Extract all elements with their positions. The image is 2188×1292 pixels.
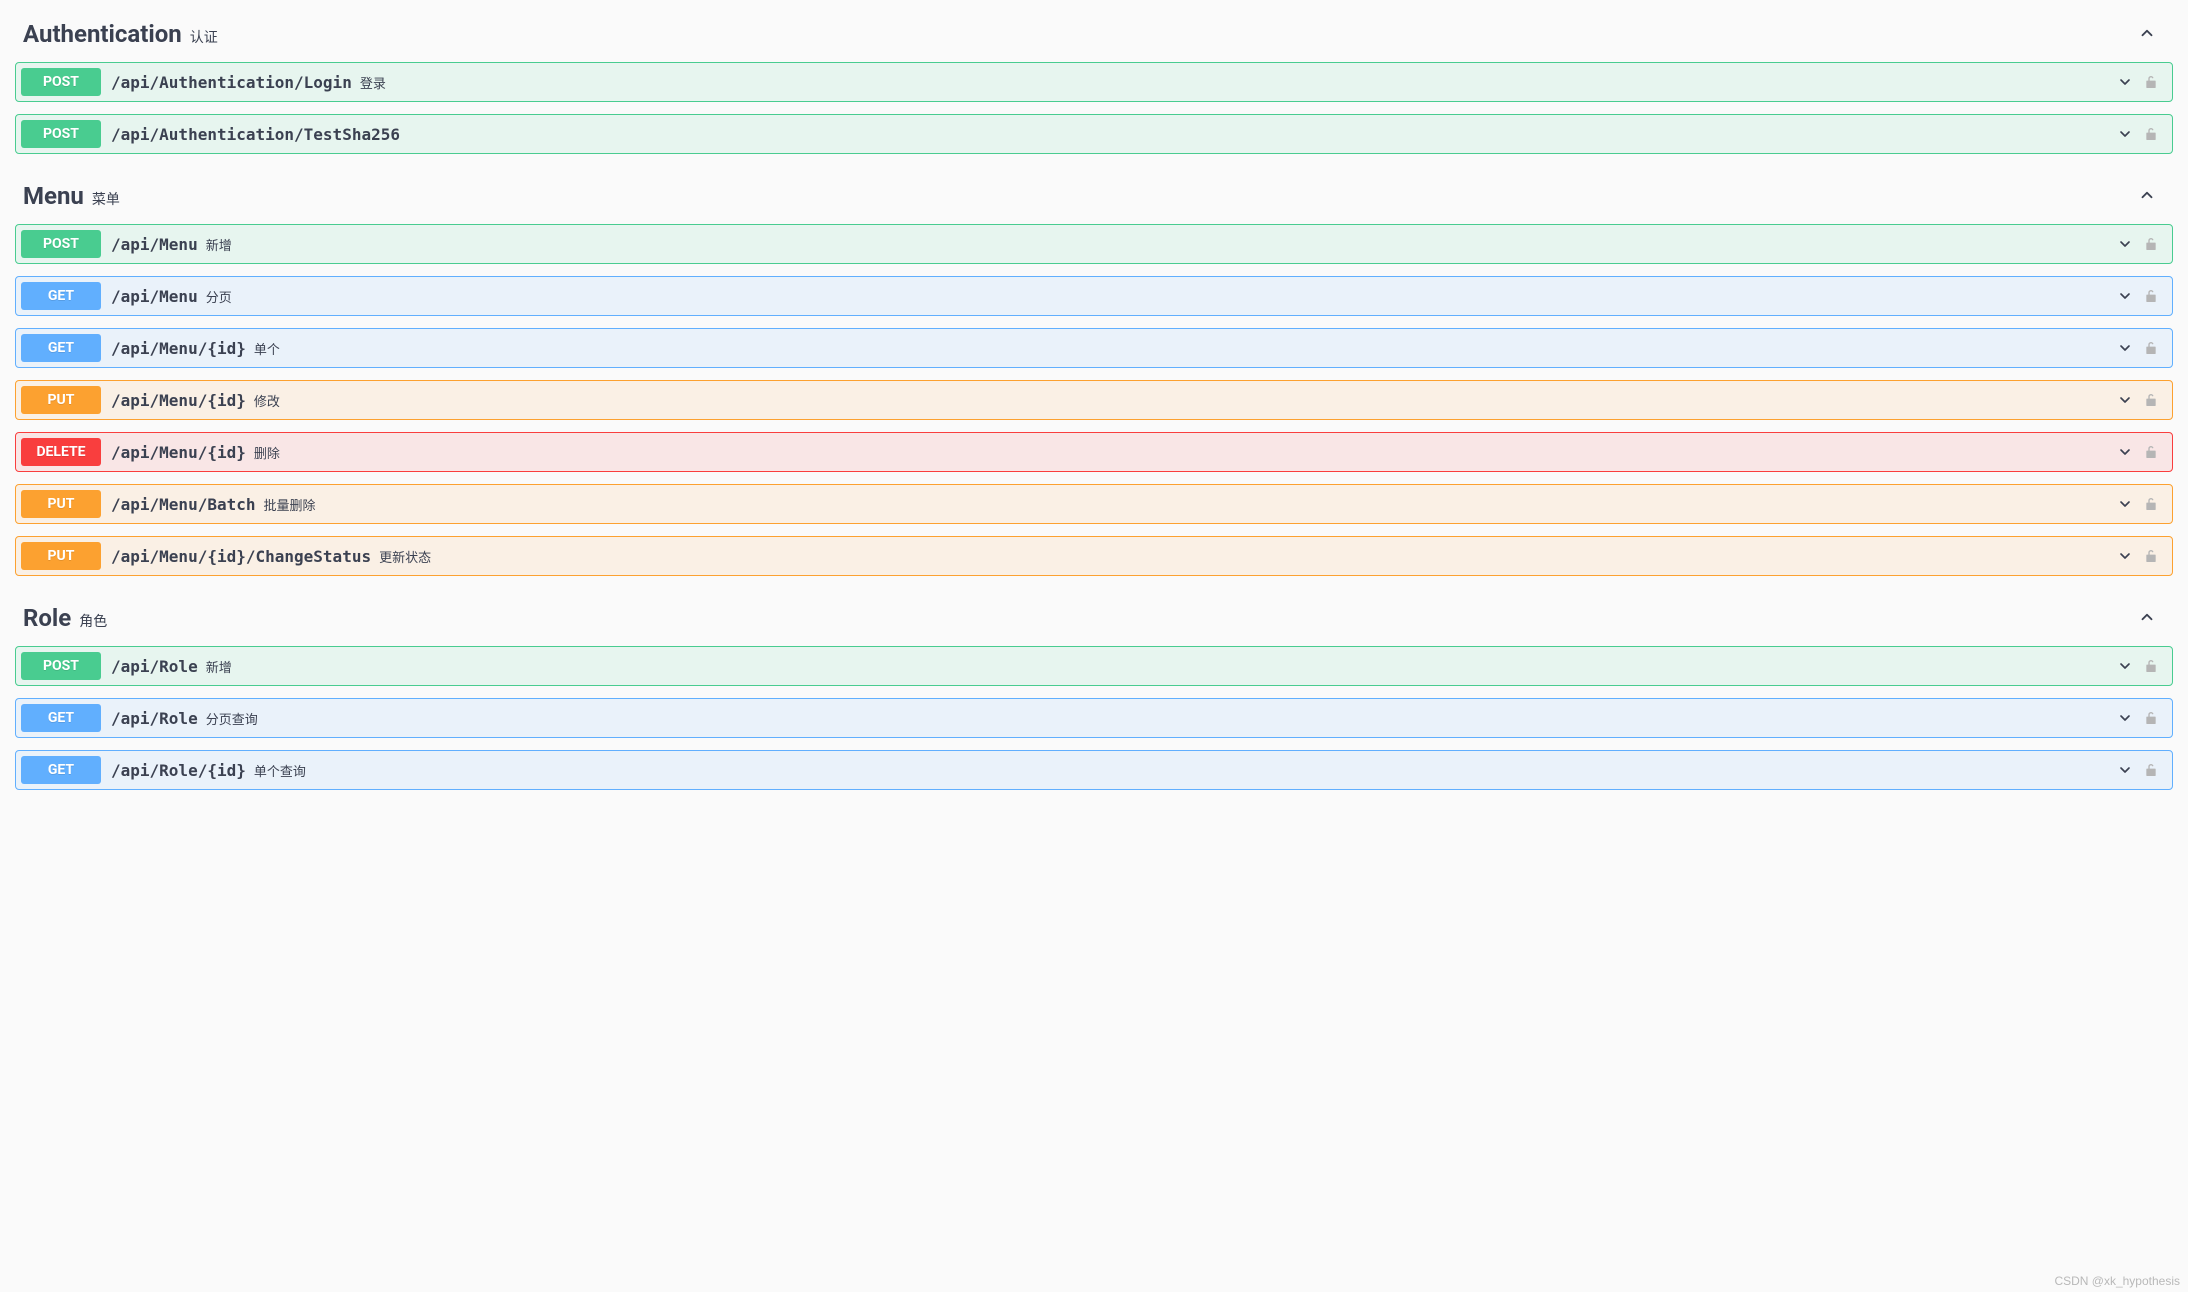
operation-post-0: POST/api/Authentication/Login 登录 bbox=[15, 62, 2173, 102]
operation-get-2: GET/api/Role/{id} 单个查询 bbox=[15, 750, 2173, 790]
operation-description: 单个查询 bbox=[254, 761, 306, 780]
chevron-down-icon bbox=[2114, 337, 2136, 359]
operation-path: /api/Menu/{id} bbox=[111, 339, 246, 358]
operation-put-6: PUT/api/Menu/{id}/ChangeStatus 更新状态 bbox=[15, 536, 2173, 576]
operation-path: /api/Role bbox=[111, 709, 198, 728]
operation-path: /api/Role/{id} bbox=[111, 761, 246, 780]
method-badge: GET bbox=[21, 704, 101, 732]
unlock-icon[interactable] bbox=[2140, 123, 2162, 145]
unlock-icon[interactable] bbox=[2140, 285, 2162, 307]
method-badge: PUT bbox=[21, 386, 101, 414]
operation-path: /api/Menu bbox=[111, 235, 198, 254]
operation-summary[interactable]: PUT/api/Menu/Batch 批量删除 bbox=[16, 485, 2172, 523]
unlock-icon[interactable] bbox=[2140, 337, 2162, 359]
operation-path: /api/Menu/{id}/ChangeStatus bbox=[111, 547, 371, 566]
chevron-down-icon bbox=[2114, 123, 2136, 145]
unlock-icon[interactable] bbox=[2140, 71, 2162, 93]
unlock-icon[interactable] bbox=[2140, 389, 2162, 411]
operation-path: /api/Authentication/TestSha256 bbox=[111, 125, 400, 144]
operation-description: 删除 bbox=[254, 443, 280, 462]
chevron-down-icon bbox=[2114, 655, 2136, 677]
operation-description: 新增 bbox=[206, 657, 232, 676]
method-badge: PUT bbox=[21, 490, 101, 518]
operation-path: /api/Menu/{id} bbox=[111, 443, 246, 462]
operation-description: 分页 bbox=[206, 287, 232, 306]
operation-description: 新增 bbox=[206, 235, 232, 254]
tag-section-menu: Menu菜单POST/api/Menu新增GET/api/Menu分页GET/a… bbox=[15, 172, 2173, 576]
watermark: CSDN @xk_hypothesis bbox=[2054, 1274, 2180, 1288]
chevron-up-icon bbox=[2137, 23, 2157, 43]
operation-summary[interactable]: GET/api/Menu/{id} 单个 bbox=[16, 329, 2172, 367]
tag-header-menu[interactable]: Menu 菜单 bbox=[15, 172, 2173, 224]
operation-path: /api/Menu/Batch bbox=[111, 495, 256, 514]
operation-get-2: GET/api/Menu/{id} 单个 bbox=[15, 328, 2173, 368]
tag-description: 角色 bbox=[79, 611, 107, 631]
operation-summary[interactable]: GET/api/Menu 分页 bbox=[16, 277, 2172, 315]
method-badge: POST bbox=[21, 120, 101, 148]
method-badge: POST bbox=[21, 68, 101, 96]
tag-title: Authentication bbox=[23, 20, 182, 48]
operation-path: /api/Role bbox=[111, 657, 198, 676]
operation-get-1: GET/api/Menu 分页 bbox=[15, 276, 2173, 316]
method-badge: POST bbox=[21, 652, 101, 680]
operation-delete-4: DELETE/api/Menu/{id} 删除 bbox=[15, 432, 2173, 472]
operation-post-1: POST/api/Authentication/TestSha256 bbox=[15, 114, 2173, 154]
unlock-icon[interactable] bbox=[2140, 655, 2162, 677]
operation-description: 修改 bbox=[254, 391, 280, 410]
operation-summary[interactable]: POST/api/Role 新增 bbox=[16, 647, 2172, 685]
method-badge: GET bbox=[21, 282, 101, 310]
unlock-icon[interactable] bbox=[2140, 759, 2162, 781]
unlock-icon[interactable] bbox=[2140, 545, 2162, 567]
operation-summary[interactable]: PUT/api/Menu/{id}/ChangeStatus 更新状态 bbox=[16, 537, 2172, 575]
tag-section-role: Role角色POST/api/Role新增GET/api/Role分页查询GET… bbox=[15, 594, 2173, 790]
chevron-up-icon bbox=[2137, 607, 2157, 627]
operation-post-0: POST/api/Menu 新增 bbox=[15, 224, 2173, 264]
chevron-down-icon bbox=[2114, 389, 2136, 411]
tag-description: 认证 bbox=[190, 27, 218, 47]
operation-path: /api/Authentication/Login bbox=[111, 73, 352, 92]
operation-path: /api/Menu bbox=[111, 287, 198, 306]
tag-header-authentication[interactable]: Authentication 认证 bbox=[15, 10, 2173, 62]
method-badge: GET bbox=[21, 756, 101, 784]
chevron-down-icon bbox=[2114, 285, 2136, 307]
method-badge: GET bbox=[21, 334, 101, 362]
chevron-down-icon bbox=[2114, 71, 2136, 93]
tag-description: 菜单 bbox=[92, 189, 120, 209]
method-badge: PUT bbox=[21, 542, 101, 570]
operation-summary[interactable]: PUT/api/Menu/{id} 修改 bbox=[16, 381, 2172, 419]
operation-put-5: PUT/api/Menu/Batch 批量删除 bbox=[15, 484, 2173, 524]
tag-title: Role bbox=[23, 604, 71, 632]
unlock-icon[interactable] bbox=[2140, 233, 2162, 255]
operation-post-0: POST/api/Role 新增 bbox=[15, 646, 2173, 686]
operation-description: 更新状态 bbox=[379, 547, 431, 566]
chevron-down-icon bbox=[2114, 545, 2136, 567]
chevron-up-icon bbox=[2137, 185, 2157, 205]
operation-put-3: PUT/api/Menu/{id} 修改 bbox=[15, 380, 2173, 420]
operation-summary[interactable]: GET/api/Role 分页查询 bbox=[16, 699, 2172, 737]
operation-summary[interactable]: POST/api/Authentication/TestSha256 bbox=[16, 115, 2172, 153]
unlock-icon[interactable] bbox=[2140, 441, 2162, 463]
operation-summary[interactable]: POST/api/Menu 新增 bbox=[16, 225, 2172, 263]
method-badge: DELETE bbox=[21, 438, 101, 466]
tag-title: Menu bbox=[23, 182, 84, 210]
chevron-down-icon bbox=[2114, 493, 2136, 515]
method-badge: POST bbox=[21, 230, 101, 258]
operation-description: 登录 bbox=[360, 73, 386, 92]
chevron-down-icon bbox=[2114, 759, 2136, 781]
chevron-down-icon bbox=[2114, 233, 2136, 255]
operation-summary[interactable]: GET/api/Role/{id} 单个查询 bbox=[16, 751, 2172, 789]
unlock-icon[interactable] bbox=[2140, 493, 2162, 515]
operation-path: /api/Menu/{id} bbox=[111, 391, 246, 410]
operation-summary[interactable]: POST/api/Authentication/Login 登录 bbox=[16, 63, 2172, 101]
tag-header-role[interactable]: Role 角色 bbox=[15, 594, 2173, 646]
operation-description: 批量删除 bbox=[264, 495, 316, 514]
operation-summary[interactable]: DELETE/api/Menu/{id} 删除 bbox=[16, 433, 2172, 471]
chevron-down-icon bbox=[2114, 707, 2136, 729]
chevron-down-icon bbox=[2114, 441, 2136, 463]
unlock-icon[interactable] bbox=[2140, 707, 2162, 729]
tag-section-authentication: Authentication 认证 POST/api/Authentication/… bbox=[15, 10, 2173, 154]
operation-description: 单个 bbox=[254, 339, 280, 358]
operation-get-1: GET/api/Role 分页查询 bbox=[15, 698, 2173, 738]
operation-description: 分页查询 bbox=[206, 709, 258, 728]
